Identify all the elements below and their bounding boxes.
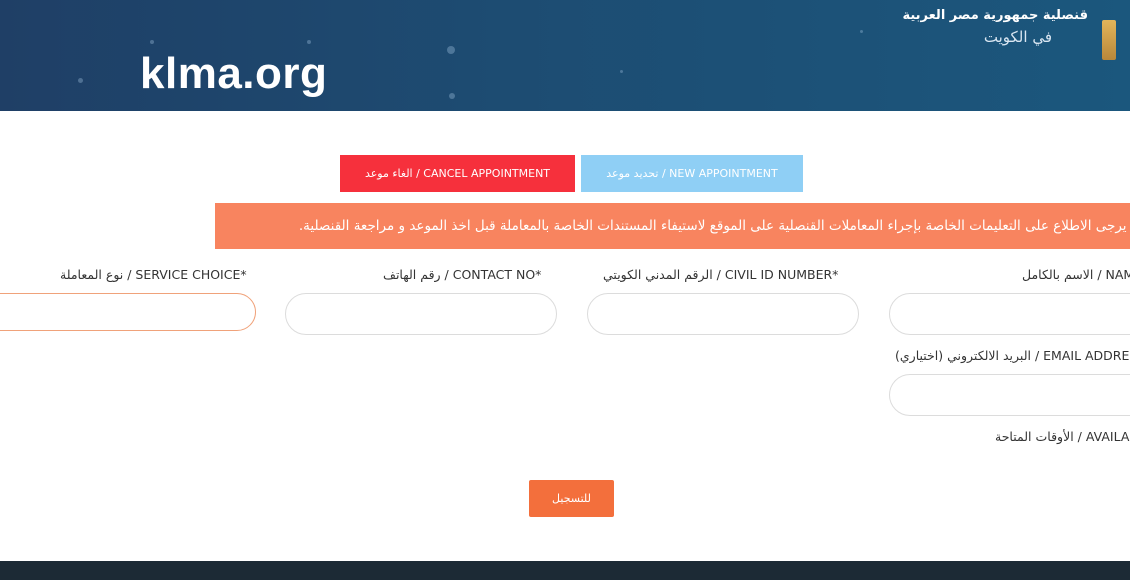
civil-id-label: الرقم المدني الكويتي / CIVIL ID NUMBER*	[603, 267, 839, 282]
cancel-appointment-button[interactable]: الغاء موعد / CANCEL APPOINTMENT	[340, 155, 575, 192]
page: klma.org قنصلية جمهورية مصر العربية في ا…	[0, 0, 1130, 580]
consulate-logo-icon	[1102, 20, 1116, 60]
notice-text: هام: يرجى الاطلاع على التعليمات الخاصة ب…	[298, 218, 1130, 234]
service-choice-select[interactable]	[0, 293, 256, 331]
contact-no-label: رقم الهاتف / CONTACT NO*	[383, 267, 542, 282]
email-input[interactable]	[889, 374, 1130, 416]
decor-dot	[860, 30, 863, 33]
service-choice-label: نوع المعاملة / SERVICE CHOICE*	[60, 267, 247, 282]
decor-dot	[307, 40, 311, 44]
site-brand[interactable]: قنصلية جمهورية مصر العربية في الكويت	[894, 8, 1116, 68]
site-header: klma.org قنصلية جمهورية مصر العربية في ا…	[0, 0, 1130, 111]
new-appointment-button[interactable]: تحديد موعد / NEW APPOINTMENT	[581, 155, 803, 192]
email-label: البريد الالكتروني (اختياري) / EMAIL ADDR…	[895, 348, 1130, 363]
name-input[interactable]	[889, 293, 1130, 335]
civil-id-input[interactable]	[587, 293, 859, 335]
notice-banner: هام: يرجى الاطلاع على التعليمات الخاصة ب…	[215, 203, 1130, 249]
brand-title: قنصلية جمهورية مصر العربية	[902, 8, 1088, 23]
contact-no-input[interactable]	[285, 293, 557, 335]
watermark-text: klma.org	[140, 49, 328, 98]
decor-dot	[620, 70, 623, 73]
decor-dot	[449, 93, 455, 99]
brand-subtitle: في الكويت	[983, 28, 1052, 46]
available-times-label: الأوقات المتاحة / AVAILABLE TIMES	[995, 429, 1130, 444]
register-button[interactable]: للتسجيل	[529, 480, 614, 517]
decor-dot	[150, 40, 154, 44]
name-label: الاسم بالكامل / NAME*	[1022, 267, 1130, 282]
decor-dot	[78, 78, 83, 83]
site-footer	[0, 561, 1130, 580]
decor-dot	[447, 46, 455, 54]
